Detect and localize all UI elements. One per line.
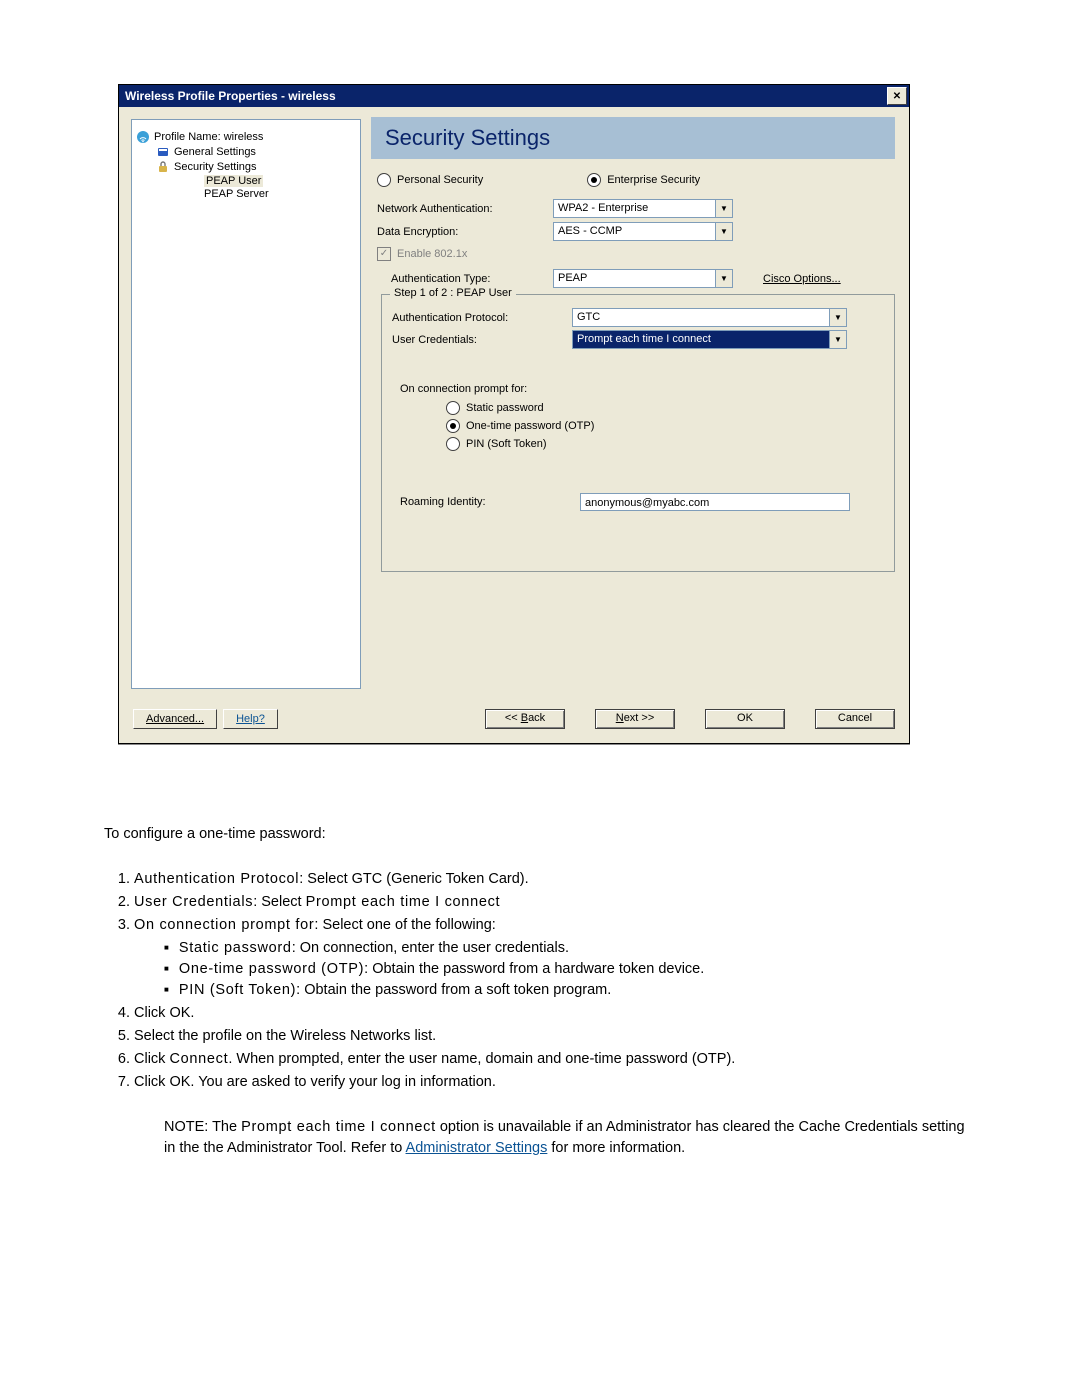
prompt-for-label: On connection prompt for: (400, 383, 884, 395)
admin-settings-link[interactable]: Administrator Settings (406, 1140, 548, 1156)
radio-otp[interactable]: One-time password (OTP) (446, 419, 884, 433)
settings-icon (156, 145, 170, 159)
data-encryption-dropdown[interactable]: AES - CCMP ▼ (553, 222, 733, 241)
radio-icon (446, 401, 460, 415)
chevron-down-icon: ▼ (829, 331, 846, 348)
radio-label: One-time password (OTP) (466, 420, 594, 432)
list-item: Click Connect. When prompted, enter the … (134, 1049, 976, 1070)
checkbox-icon: ✓ (377, 247, 391, 261)
navigation-tree: Profile Name: wireless General Settings … (131, 119, 361, 689)
list-item: Click OK. You are asked to verify your l… (134, 1072, 976, 1093)
lock-icon (156, 160, 170, 174)
back-button[interactable]: << Back (485, 709, 565, 729)
checkbox-label: Enable 802.1x (397, 248, 467, 260)
radio-icon (587, 173, 601, 187)
tree-item-peap-user[interactable]: PEAP User (136, 175, 356, 188)
button-bar: Advanced... Help? << Back Next >> OK Can… (119, 701, 909, 743)
dropdown-value: PEAP (554, 270, 715, 287)
user-credentials-dropdown[interactable]: Prompt each time I connect ▼ (572, 330, 847, 349)
auth-protocol-label: Authentication Protocol: (392, 312, 572, 324)
ok-button[interactable]: OK (705, 709, 785, 729)
peap-user-fieldset: Step 1 of 2 : PEAP User Authentication P… (381, 294, 895, 572)
auth-type-label: Authentication Type: (385, 273, 553, 285)
dropdown-value: AES - CCMP (554, 223, 715, 240)
close-icon: ✕ (893, 91, 901, 102)
window-title: Wireless Profile Properties - wireless (125, 89, 336, 103)
tree-label: PEAP Server (204, 188, 269, 200)
cisco-options-link[interactable]: Cisco Options... (763, 273, 841, 285)
content-pane: Security Settings Personal Security Ente… (365, 107, 909, 701)
radio-label: Personal Security (397, 174, 483, 186)
radio-pin-soft-token[interactable]: PIN (Soft Token) (446, 437, 884, 451)
intro-text: To configure a one-time password: (104, 824, 976, 845)
network-auth-label: Network Authentication: (371, 203, 553, 215)
chevron-down-icon: ▼ (715, 270, 732, 287)
network-auth-dropdown[interactable]: WPA2 - Enterprise ▼ (553, 199, 733, 218)
document-text: To configure a one-time password: Authen… (60, 824, 1020, 1159)
radio-icon (377, 173, 391, 187)
cancel-button[interactable]: Cancel (815, 709, 895, 729)
radio-label: PIN (Soft Token) (466, 438, 547, 450)
user-credentials-label: User Credentials: (392, 334, 572, 346)
tree-item-general[interactable]: General Settings (136, 145, 356, 160)
radio-personal-security[interactable]: Personal Security (377, 173, 483, 187)
list-item: User Credentials: Select Prompt each tim… (134, 892, 976, 913)
tree-item-security[interactable]: Security Settings (136, 160, 356, 175)
enable-8021x-checkbox: ✓ Enable 802.1x (377, 247, 895, 261)
close-button[interactable]: ✕ (887, 87, 907, 105)
roaming-identity-input[interactable] (580, 493, 850, 511)
tree-item-profile[interactable]: Profile Name: wireless (136, 130, 356, 145)
radio-icon (446, 419, 460, 433)
tree-label: Profile Name: wireless (154, 131, 263, 143)
list-item: One-time password (OTP): Obtain the pass… (164, 959, 976, 980)
roaming-identity-label: Roaming Identity: (400, 496, 580, 508)
next-button[interactable]: Next >> (595, 709, 675, 729)
advanced-button[interactable]: Advanced... (133, 709, 217, 729)
tree-label: Security Settings (174, 161, 257, 173)
radio-label: Enterprise Security (607, 174, 700, 186)
tree-label: General Settings (174, 146, 256, 158)
auth-type-dropdown[interactable]: PEAP ▼ (553, 269, 733, 288)
chevron-down-icon: ▼ (829, 309, 846, 326)
list-item: On connection prompt for: Select one of … (134, 915, 976, 1001)
list-item: Click OK. (134, 1003, 976, 1024)
dialog-window: Wireless Profile Properties - wireless ✕… (118, 84, 910, 744)
fieldset-legend: Step 1 of 2 : PEAP User (390, 287, 516, 299)
chevron-down-icon: ▼ (715, 223, 732, 240)
chevron-down-icon: ▼ (715, 200, 732, 217)
list-item: Select the profile on the Wireless Netwo… (134, 1026, 976, 1047)
tree-label: PEAP User (204, 175, 263, 187)
data-encryption-label: Data Encryption: (371, 226, 553, 238)
dropdown-value: GTC (573, 309, 829, 326)
radio-enterprise-security[interactable]: Enterprise Security (587, 173, 700, 187)
wifi-icon (136, 130, 150, 144)
dropdown-value: Prompt each time I connect (573, 331, 829, 348)
note-text: NOTE: The Prompt each time I connect opt… (164, 1117, 976, 1159)
radio-static-password[interactable]: Static password (446, 401, 884, 415)
tree-item-peap-server[interactable]: PEAP Server (136, 188, 356, 201)
auth-protocol-dropdown[interactable]: GTC ▼ (572, 308, 847, 327)
list-item: Static password: On connection, enter th… (164, 938, 976, 959)
radio-icon (446, 437, 460, 451)
page-title: Security Settings (371, 117, 895, 159)
list-item: Authentication Protocol: Select GTC (Gen… (134, 869, 976, 890)
radio-label: Static password (466, 402, 544, 414)
list-item: PIN (Soft Token): Obtain the password fr… (164, 980, 976, 1001)
titlebar: Wireless Profile Properties - wireless ✕ (119, 85, 909, 107)
help-button[interactable]: Help? (223, 709, 278, 729)
dropdown-value: WPA2 - Enterprise (554, 200, 715, 217)
